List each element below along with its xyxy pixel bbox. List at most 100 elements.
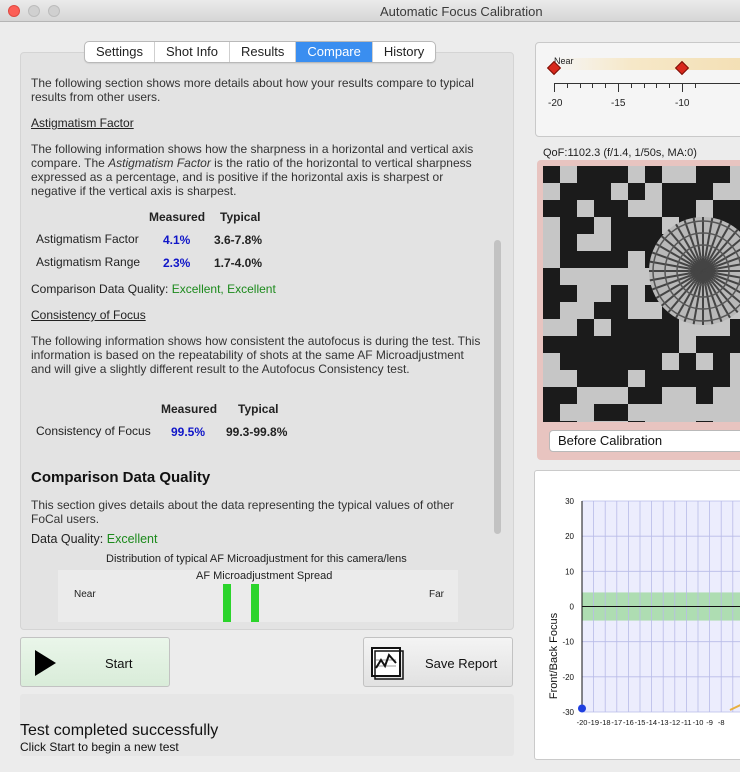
x-tick-label: -19 (588, 718, 599, 727)
pattern-block (594, 200, 611, 217)
pattern-block (645, 336, 662, 353)
pattern-block (577, 370, 594, 387)
y-axis-label: Front/Back Focus (548, 612, 560, 699)
x-tick-label: -10 (693, 718, 704, 727)
x-tick-label: -14 (646, 718, 657, 727)
scale-tick (643, 83, 645, 88)
pattern-block (628, 217, 645, 234)
focus-target-image (543, 166, 740, 422)
scrollbar-thumb[interactable] (494, 240, 501, 534)
distribution-chart: AF Microadjustment Spread Near Far (58, 570, 458, 622)
pattern-block (713, 166, 730, 183)
pattern-block (594, 302, 611, 319)
save-report-button[interactable]: Save Report (363, 637, 513, 687)
pattern-block (696, 387, 713, 404)
pattern-block (645, 166, 662, 183)
astig-col-measured: Measured (149, 210, 206, 224)
pattern-block (645, 353, 662, 370)
pattern-block (594, 251, 611, 268)
pattern-block (611, 353, 628, 370)
pattern-block (560, 387, 577, 404)
pattern-block (730, 319, 740, 336)
pattern-block (696, 336, 713, 353)
scale-tick (682, 83, 683, 92)
scale-tick (566, 83, 568, 88)
pattern-block (679, 200, 696, 217)
x-tick-label: -9 (706, 718, 713, 727)
astig-col-typical: Typical (220, 210, 261, 224)
close-window-button[interactable] (8, 5, 20, 17)
x-tick-label: -8 (718, 718, 725, 727)
x-tick-label: -13 (658, 718, 669, 727)
pattern-block (560, 421, 577, 422)
pattern-block (611, 302, 628, 319)
scale-tick (656, 83, 658, 88)
pattern-block (679, 353, 696, 370)
pattern-block (594, 166, 611, 183)
consistency-typical: 99.3-99.8% (226, 425, 288, 439)
astig-quality-value: Excellent, Excellent (171, 282, 276, 296)
scale-tick (579, 83, 581, 88)
save-report-label: Save Report (425, 656, 498, 671)
status-title: Test completed successfully (20, 722, 219, 739)
pattern-block (611, 217, 628, 234)
distribution-bar (251, 584, 259, 622)
pattern-block (543, 200, 560, 217)
minimize-window-button[interactable] (28, 5, 40, 17)
x-tick-label: -12 (669, 718, 680, 727)
consistency-measured: 99.5% (171, 425, 206, 439)
start-button-label: Start (105, 656, 133, 671)
pattern-block (696, 370, 713, 387)
y-tick-label: 0 (570, 603, 575, 612)
start-button[interactable]: Start (20, 637, 170, 687)
pattern-block (560, 200, 577, 217)
x-tick-label: -18 (600, 718, 611, 727)
pattern-block (611, 234, 628, 251)
play-icon (35, 650, 56, 676)
tab-settings[interactable]: Settings (85, 42, 155, 62)
pattern-block (560, 183, 577, 200)
pattern-block (645, 370, 662, 387)
distribution-subtitle: AF Microadjustment Spread (196, 570, 333, 582)
pattern-block (560, 234, 577, 251)
focus-chart: Front/Back Focus 3020100-10-20-30-20 -19-… (548, 497, 740, 727)
distribution-far-label: Far (429, 589, 444, 600)
pattern-block (628, 387, 645, 404)
pattern-block (560, 285, 577, 302)
y-tick-label: -30 (562, 708, 574, 717)
content-scrollbar[interactable] (493, 72, 501, 622)
pattern-block (543, 285, 560, 302)
pattern-block (713, 200, 730, 217)
tab-shot-info[interactable]: Shot Info (155, 42, 231, 62)
data-quality-heading: Comparison Data Quality (31, 469, 211, 486)
pattern-block (543, 421, 560, 422)
pattern-block (628, 421, 645, 422)
pattern-block (611, 166, 628, 183)
scale-tick (618, 83, 619, 92)
tab-results[interactable]: Results (230, 42, 297, 62)
maximize-window-button[interactable] (48, 5, 60, 17)
calibration-view-select[interactable]: Before Calibration (549, 430, 740, 452)
pattern-block (628, 319, 645, 336)
x-tick-label: -17 (611, 718, 622, 727)
y-tick-label: -10 (562, 638, 574, 647)
pattern-block (594, 336, 611, 353)
distribution-bar (223, 584, 231, 622)
y-tick-label: 10 (565, 567, 574, 576)
pattern-block (560, 336, 577, 353)
pattern-block (628, 234, 645, 251)
compare-content: The following section shows more details… (31, 74, 487, 622)
pattern-block (543, 404, 560, 421)
pattern-block (577, 336, 594, 353)
tab-history[interactable]: History (373, 42, 435, 62)
scale-tick-label: -15 (611, 98, 626, 109)
data-quality-value: Excellent (106, 532, 158, 546)
tab-compare[interactable]: Compare (296, 42, 373, 62)
y-tick-label: 20 (565, 532, 574, 541)
astigmatism-heading: Astigmatism Factor (31, 116, 134, 130)
astig-range-measured: 2.3% (163, 256, 191, 270)
pattern-block (730, 336, 740, 353)
pattern-block (713, 336, 730, 353)
pattern-block (577, 217, 594, 234)
pattern-block (560, 217, 577, 234)
